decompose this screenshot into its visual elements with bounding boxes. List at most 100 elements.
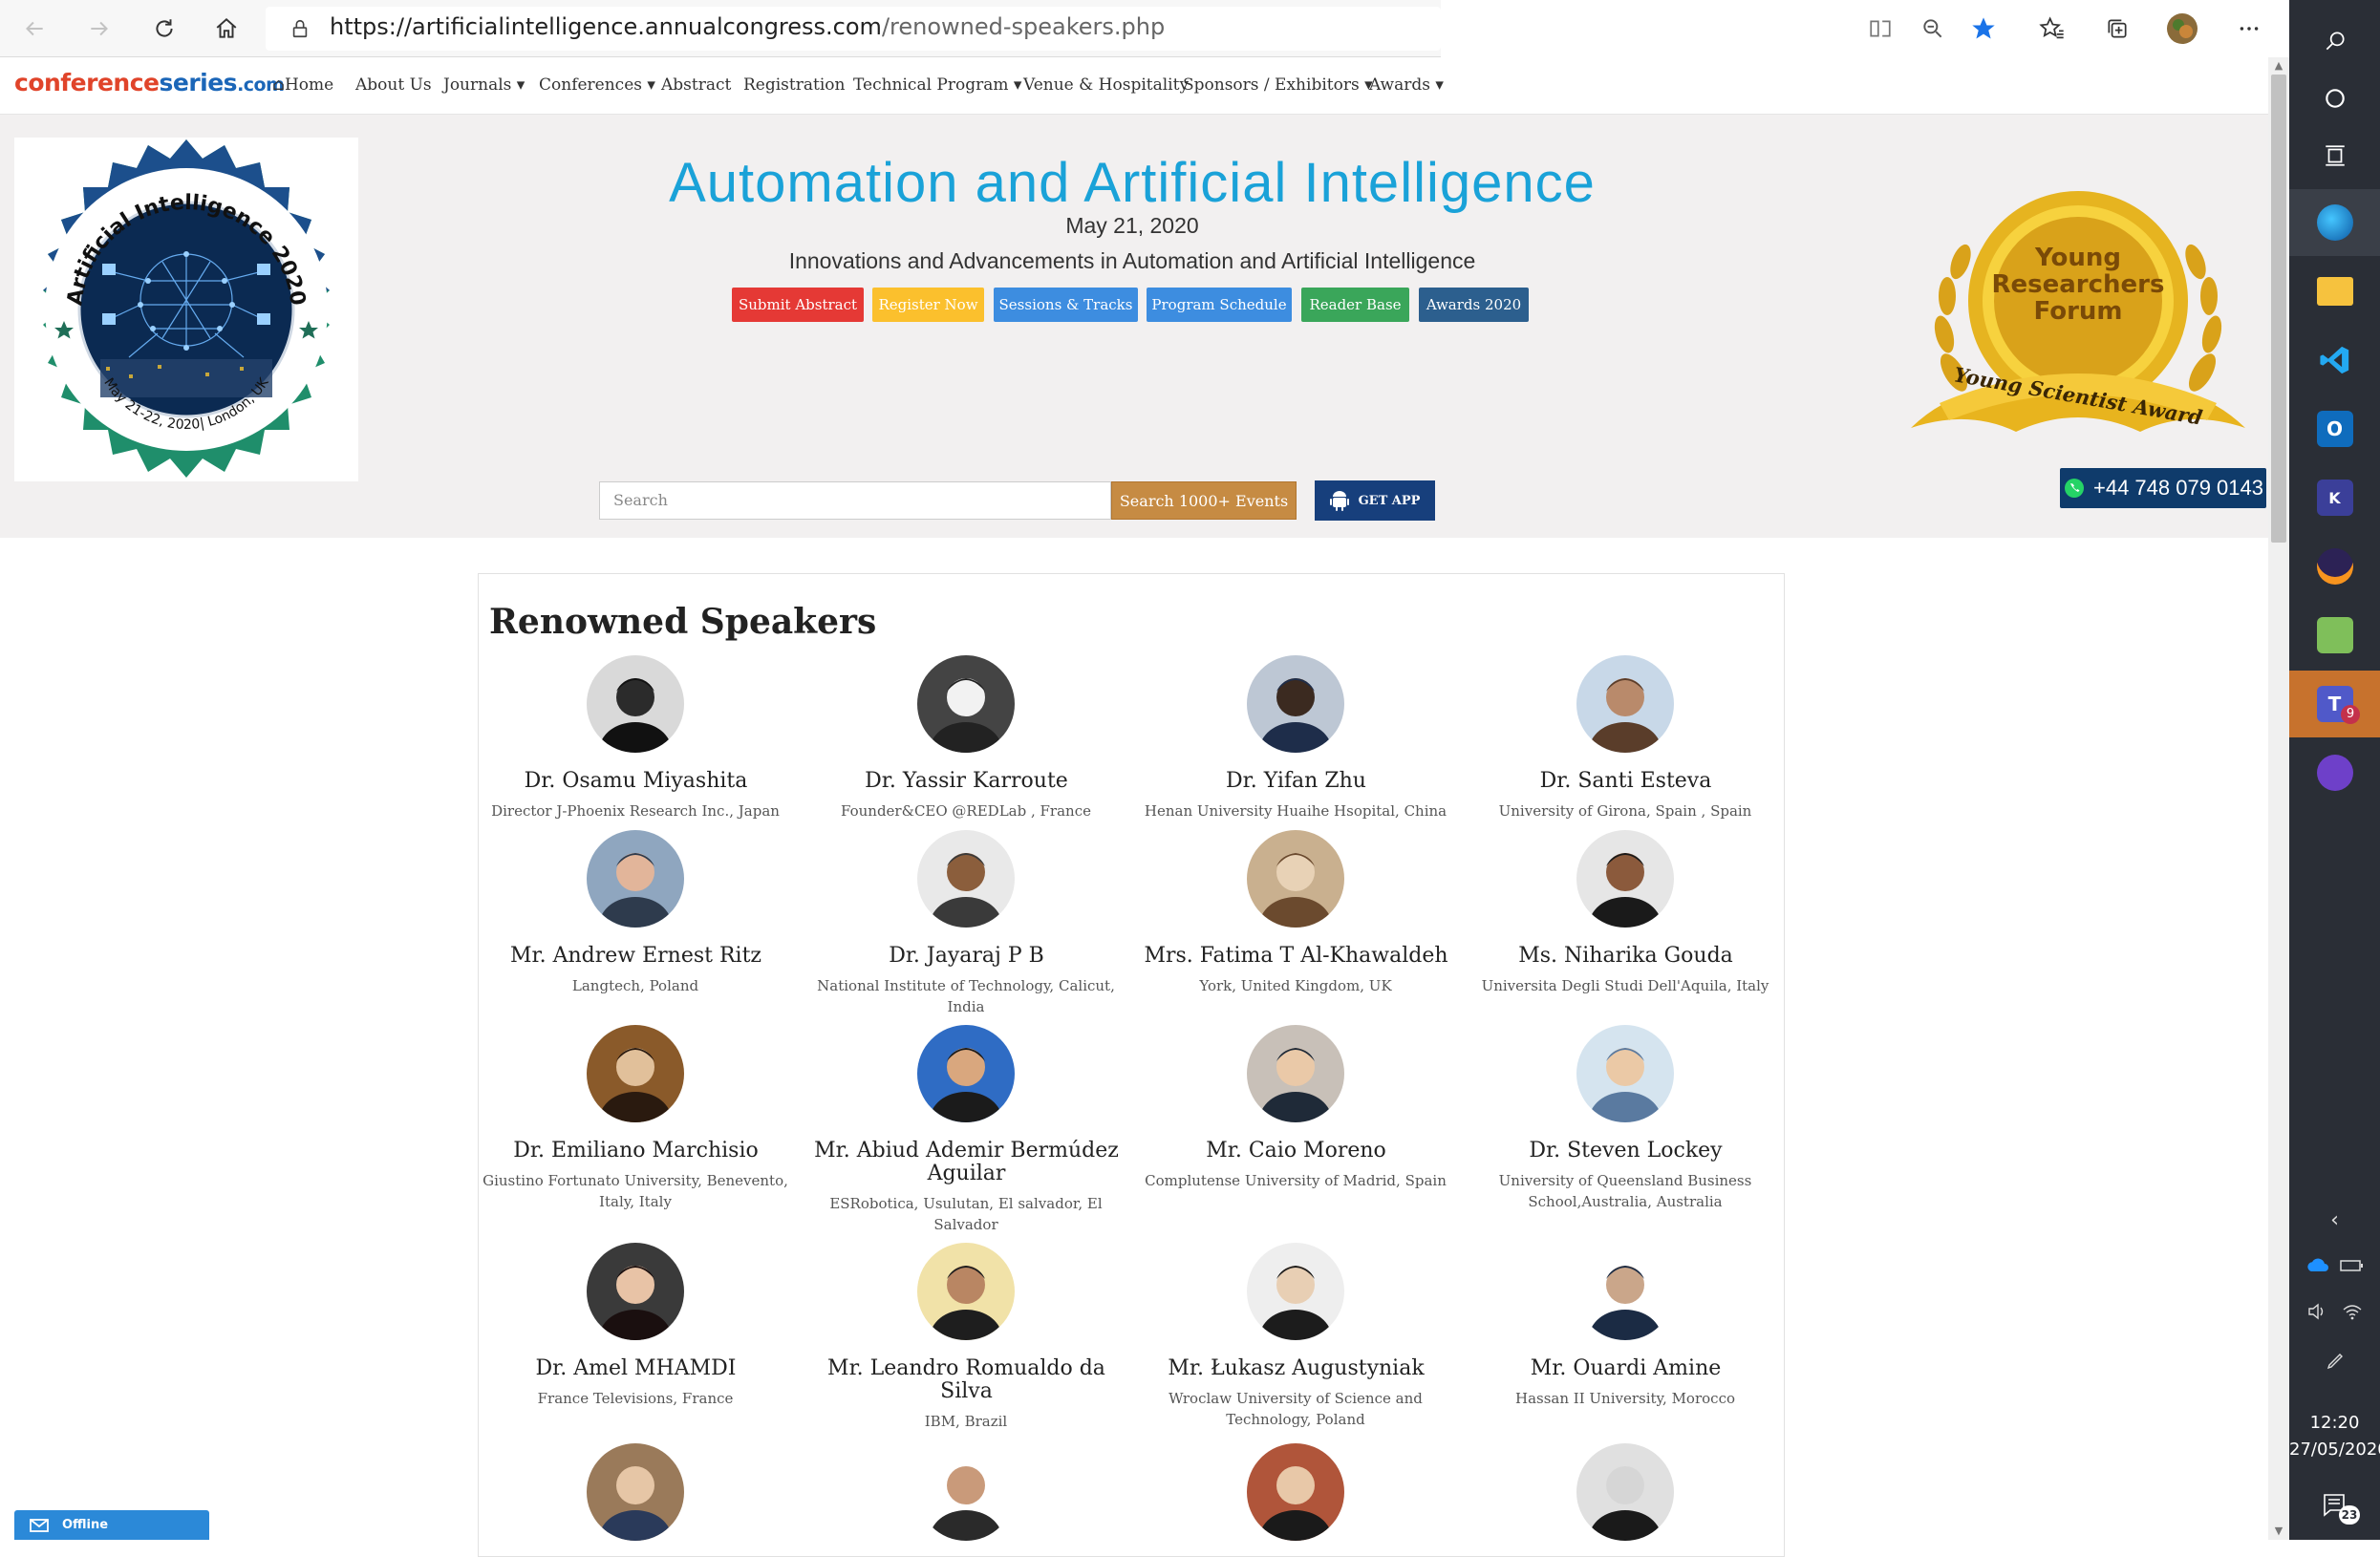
- speaker-name[interactable]: Dr. Osamu Miyashita: [471, 770, 801, 793]
- nav-awards[interactable]: Awards ▾: [1369, 75, 1444, 95]
- nav-technical-program[interactable]: Technical Program ▾: [853, 75, 1021, 95]
- event-search-input[interactable]: Search: [599, 481, 1111, 520]
- favorite-star-icon[interactable]: [1966, 11, 2001, 46]
- wifi-icon[interactable]: [2342, 1302, 2363, 1321]
- caret-down-icon: ▾: [1008, 75, 1022, 95]
- eclipse-icon[interactable]: [2289, 533, 2380, 600]
- speaker-name[interactable]: Mr. Andrew Ernest Ritz: [471, 945, 801, 968]
- more-icon[interactable]: [2232, 11, 2266, 46]
- offline-chat-widget[interactable]: Offline: [14, 1510, 209, 1540]
- speaker-name[interactable]: Mr. Abiud Ademir Bermúdez Aguilar: [802, 1140, 1131, 1185]
- page-scrollbar[interactable]: ▲ ▼: [2268, 57, 2289, 1540]
- whatsapp-phone[interactable]: +44 748 079 0143: [2060, 468, 2266, 508]
- nav-venue-hospitality[interactable]: Venue & Hospitality: [1023, 75, 1189, 95]
- awards-2020-button[interactable]: Awards 2020: [1419, 288, 1529, 322]
- sessions-tracks-button[interactable]: Sessions & Tracks: [994, 288, 1138, 322]
- speaker-name[interactable]: Dr. Amel MHAMDI: [471, 1357, 801, 1380]
- forward-icon[interactable]: [82, 11, 117, 46]
- program-schedule-button[interactable]: Program Schedule: [1147, 288, 1292, 322]
- nav-sponsors-exhibitors[interactable]: Sponsors / Exhibitors ▾: [1183, 75, 1373, 95]
- speaker-photo[interactable]: [1576, 1443, 1674, 1541]
- scrollbar-thumb[interactable]: [2271, 75, 2286, 543]
- speaker-photo[interactable]: [1247, 655, 1344, 753]
- task-view-icon[interactable]: [2289, 122, 2380, 189]
- github-icon[interactable]: [2289, 739, 2380, 806]
- favorites-icon[interactable]: [2035, 11, 2069, 46]
- file-explorer-icon[interactable]: [2289, 258, 2380, 325]
- speaker-photo[interactable]: [917, 1025, 1015, 1122]
- speaker-photo[interactable]: [1576, 830, 1674, 928]
- scroll-down-arrow[interactable]: ▼: [2268, 1523, 2289, 1540]
- refresh-icon[interactable]: [147, 11, 182, 46]
- submit-abstract-button[interactable]: Submit Abstract: [732, 288, 864, 322]
- pen-icon[interactable]: [2289, 1347, 2380, 1376]
- nav-home[interactable]: ⌂Home: [272, 75, 333, 95]
- speaker-photo[interactable]: [1576, 655, 1674, 753]
- nav-conferences[interactable]: Conferences ▾: [539, 75, 655, 95]
- nav-registration[interactable]: Registration: [743, 75, 845, 95]
- speaker-name[interactable]: Mr. Łukasz Augustyniak: [1131, 1357, 1461, 1380]
- speaker-name[interactable]: Dr. Jayaraj P B: [802, 945, 1131, 968]
- clock-time[interactable]: 12:20: [2289, 1410, 2380, 1437]
- collections-icon[interactable]: [2100, 11, 2134, 46]
- speaker-photo[interactable]: [587, 655, 684, 753]
- speaker-photo[interactable]: [1247, 1243, 1344, 1340]
- lock-icon[interactable]: [283, 11, 317, 46]
- zoom-icon[interactable]: [1916, 11, 1950, 46]
- clock-date[interactable]: 27/05/2020: [2289, 1437, 2380, 1463]
- speaker-name[interactable]: Mr. Ouardi Amine: [1461, 1357, 1790, 1380]
- offline-label: Offline: [62, 1518, 109, 1532]
- speaker-name[interactable]: Mr. Leandro Romualdo da Silva: [802, 1357, 1131, 1403]
- chevron-up-icon[interactable]: ‹: [2289, 1205, 2380, 1234]
- speaker-name[interactable]: Dr. Santi Esteva: [1461, 770, 1790, 793]
- reader-icon[interactable]: [1863, 11, 1898, 46]
- speaker-name[interactable]: Mr. Caio Moreno: [1131, 1140, 1461, 1162]
- speaker-name[interactable]: Ms. Niharika Gouda: [1461, 945, 1790, 968]
- young-scientist-award-badge[interactable]: Young Researchers Forum Young Scientist …: [1901, 181, 2255, 468]
- url-text[interactable]: https://artificialintelligence.annualcon…: [330, 13, 1165, 40]
- speaker-name[interactable]: Dr. Yassir Karroute: [802, 770, 1131, 793]
- speaker-name[interactable]: Dr. Yifan Zhu: [1131, 770, 1461, 793]
- speaker-photo[interactable]: [587, 1025, 684, 1122]
- scroll-up-arrow[interactable]: ▲: [2268, 57, 2289, 75]
- nav-journals[interactable]: Journals ▾: [443, 75, 525, 95]
- speaker-photo[interactable]: [587, 1243, 684, 1340]
- conferenceseries-logo[interactable]: conferenceseries.com: [14, 69, 285, 96]
- conference-subtitle: Innovations and Advancements in Automati…: [788, 248, 1476, 273]
- outlook-icon[interactable]: O: [2289, 395, 2380, 462]
- speaker-photo[interactable]: [917, 830, 1015, 928]
- notification-center-icon[interactable]: 23: [2289, 1486, 2380, 1525]
- edge-icon[interactable]: [2289, 189, 2380, 256]
- speaker-photo[interactable]: [1576, 1243, 1674, 1340]
- onedrive-icon[interactable]: [2305, 1258, 2330, 1273]
- volume-icon[interactable]: [2307, 1302, 2328, 1321]
- keepass-icon[interactable]: K: [2289, 464, 2380, 531]
- tray-volume-wifi: [2289, 1297, 2380, 1326]
- speaker-photo[interactable]: [1247, 1025, 1344, 1122]
- speaker-photo[interactable]: [917, 1243, 1015, 1340]
- nav-about-us[interactable]: About Us: [355, 75, 432, 95]
- speaker-photo[interactable]: [1576, 1025, 1674, 1122]
- get-app-button[interactable]: GET APP: [1315, 480, 1435, 521]
- back-icon[interactable]: [17, 11, 52, 46]
- speaker-name[interactable]: Dr. Steven Lockey: [1461, 1140, 1790, 1162]
- speaker-photo[interactable]: [587, 1443, 684, 1541]
- nav-abstract[interactable]: Abstract: [661, 75, 731, 95]
- speaker-photo[interactable]: [1247, 830, 1344, 928]
- vscode-icon[interactable]: [2289, 327, 2380, 394]
- teams-icon[interactable]: T 9: [2289, 671, 2380, 737]
- notepad-icon[interactable]: [2289, 602, 2380, 669]
- speaker-name[interactable]: Dr. Emiliano Marchisio: [471, 1140, 801, 1162]
- speaker-name[interactable]: Mrs. Fatima T Al-Khawaldeh: [1131, 945, 1461, 968]
- speaker-photo[interactable]: [917, 1443, 1015, 1541]
- reader-base-button[interactable]: Reader Base: [1301, 288, 1409, 322]
- profile-avatar[interactable]: [2165, 11, 2199, 46]
- speaker-photo[interactable]: [1247, 1443, 1344, 1541]
- search-events-button[interactable]: Search 1000+ Events: [1111, 481, 1297, 520]
- speaker-photo[interactable]: [917, 655, 1015, 753]
- speaker-photo[interactable]: [587, 830, 684, 928]
- register-now-button[interactable]: Register Now: [872, 288, 984, 322]
- conference-badge[interactable]: Artificial Intelligence 2020 May 21-22, …: [14, 138, 358, 481]
- battery-icon[interactable]: [2339, 1258, 2365, 1273]
- home-icon[interactable]: [209, 11, 244, 46]
